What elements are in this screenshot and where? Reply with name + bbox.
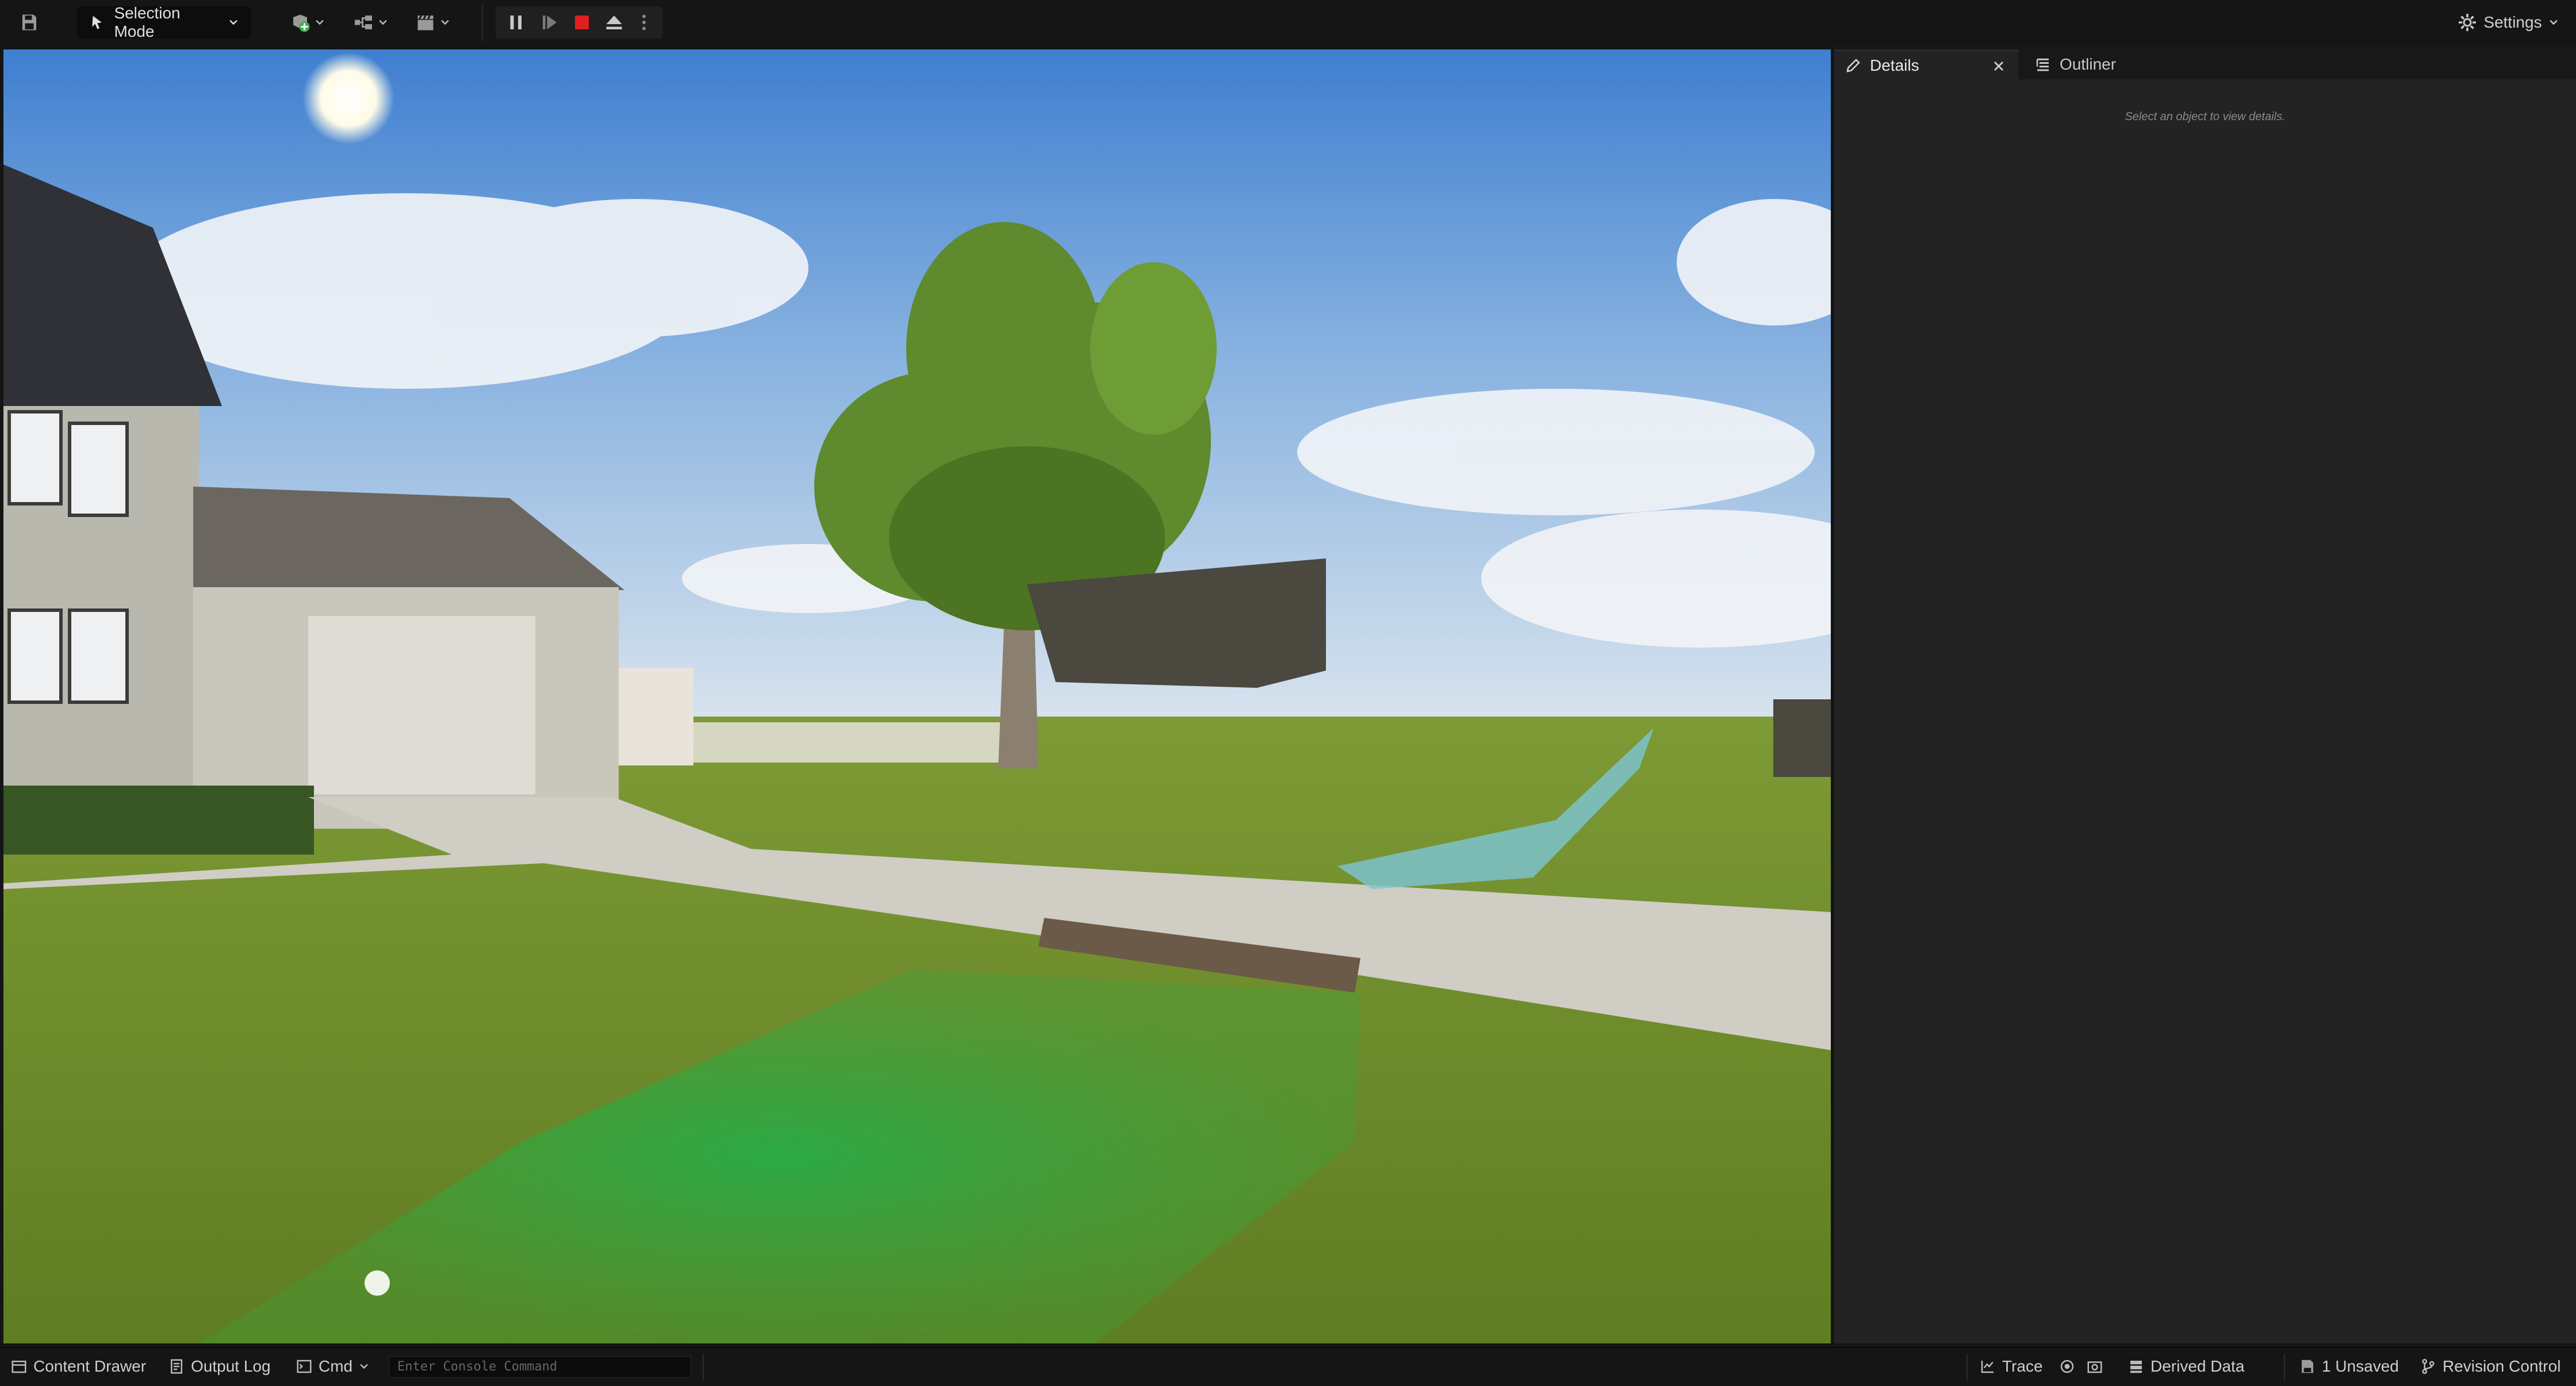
cmd-dropdown[interactable]: Cmd bbox=[296, 1348, 370, 1385]
level-viewport[interactable] bbox=[3, 49, 1831, 1343]
chevron-down-icon bbox=[439, 17, 451, 28]
derived-data-icon bbox=[2130, 1361, 2142, 1373]
select-cursor-icon bbox=[92, 16, 102, 29]
close-icon[interactable] bbox=[1991, 58, 2007, 74]
toolbar-separator bbox=[482, 5, 483, 41]
tab-outliner-label: Outliner bbox=[2060, 55, 2117, 73]
gear-icon bbox=[2459, 14, 2477, 31]
blueprint-button[interactable] bbox=[347, 6, 394, 39]
panel-tab-bar: Details Outliner bbox=[1834, 46, 2576, 79]
console-input[interactable]: Enter Console Command bbox=[389, 1356, 691, 1378]
trace-icon bbox=[1981, 1361, 1994, 1373]
output-log-label: Output Log bbox=[191, 1357, 271, 1375]
save-icon bbox=[22, 14, 36, 30]
cinematics-button[interactable] bbox=[409, 6, 457, 39]
settings-label: Settings bbox=[2483, 13, 2542, 31]
unsaved-label: 1 Unsaved bbox=[2322, 1357, 2399, 1375]
status-separator bbox=[2284, 1354, 2285, 1380]
chevron-down-icon bbox=[377, 17, 389, 28]
tab-details[interactable]: Details bbox=[1834, 49, 2018, 79]
stop-button[interactable] bbox=[567, 6, 597, 39]
branch-icon bbox=[2422, 1358, 2435, 1374]
add-actor-button[interactable] bbox=[284, 6, 331, 39]
add-actor-icon bbox=[293, 14, 310, 32]
eject-icon bbox=[606, 16, 622, 29]
clapperboard-icon bbox=[417, 15, 434, 30]
chevron-down-icon bbox=[360, 1364, 368, 1369]
content-drawer-label: Content Drawer bbox=[33, 1357, 147, 1375]
stone-block-edge bbox=[1773, 699, 1831, 777]
derived-data-label: Derived Data bbox=[2150, 1357, 2245, 1375]
pause-icon bbox=[510, 16, 522, 29]
fence-gate bbox=[607, 668, 693, 765]
revision-control-button[interactable]: Revision Control bbox=[2420, 1348, 2560, 1385]
garage-door bbox=[308, 616, 535, 794]
chevron-down-icon bbox=[2548, 17, 2559, 28]
status-separator bbox=[1966, 1354, 1968, 1380]
blueprint-icon bbox=[355, 16, 372, 29]
frame-advance-button[interactable] bbox=[535, 6, 565, 39]
content-drawer-icon bbox=[12, 1361, 26, 1373]
revision-control-label: Revision Control bbox=[2443, 1357, 2561, 1375]
tab-details-label: Details bbox=[1870, 56, 1919, 74]
trace-label: Trace bbox=[2002, 1357, 2043, 1375]
output-log-icon bbox=[171, 1359, 182, 1374]
output-log-button[interactable]: Output Log bbox=[168, 1348, 271, 1385]
main-toolbar: Selection Mode Settings bbox=[0, 0, 2576, 46]
derived-data-button[interactable]: Derived Data bbox=[2128, 1348, 2244, 1385]
eject-button[interactable] bbox=[599, 6, 629, 39]
record-button[interactable] bbox=[2058, 1348, 2076, 1385]
settings-button[interactable]: Settings bbox=[2451, 6, 2566, 39]
status-bar: Content Drawer Output Log Cmd Enter Cons… bbox=[0, 1347, 2576, 1386]
terminal-icon bbox=[297, 1360, 312, 1373]
light-glint bbox=[365, 1270, 390, 1296]
selection-mode-dropdown[interactable]: Selection Mode bbox=[77, 4, 251, 40]
outliner-icon bbox=[2036, 58, 2049, 71]
unsaved-assets-icon bbox=[2302, 1360, 2313, 1373]
cmd-label: Cmd bbox=[319, 1357, 353, 1375]
sun bbox=[302, 52, 394, 144]
trace-button[interactable]: Trace bbox=[1979, 1348, 2043, 1385]
screenshot-button[interactable] bbox=[2086, 1348, 2103, 1385]
more-options-icon bbox=[642, 14, 646, 30]
selection-mode-label: Selection Mode bbox=[114, 4, 181, 40]
content-drawer-button[interactable]: Content Drawer bbox=[10, 1348, 146, 1385]
chevron-down-icon bbox=[228, 17, 239, 28]
play-options-button[interactable] bbox=[632, 6, 656, 39]
camera-icon bbox=[2087, 1361, 2102, 1373]
record-icon bbox=[2060, 1360, 2074, 1373]
hedge bbox=[3, 786, 314, 855]
pause-button[interactable] bbox=[501, 6, 531, 39]
tab-outliner[interactable]: Outliner bbox=[2024, 49, 2196, 79]
chevron-down-icon bbox=[314, 17, 325, 28]
stop-icon bbox=[575, 16, 589, 29]
pencil-icon bbox=[1846, 58, 1860, 72]
empty-details-message: Select an object to view details. bbox=[2125, 110, 2286, 123]
viewport-scene bbox=[3, 49, 1831, 1343]
unsaved-button[interactable]: 1 Unsaved bbox=[2299, 1348, 2399, 1385]
save-button[interactable] bbox=[15, 6, 44, 39]
frame-advance-icon bbox=[543, 16, 557, 29]
details-panel: Details Outliner Select an object to vie… bbox=[1834, 46, 2576, 1343]
status-separator bbox=[703, 1354, 704, 1380]
